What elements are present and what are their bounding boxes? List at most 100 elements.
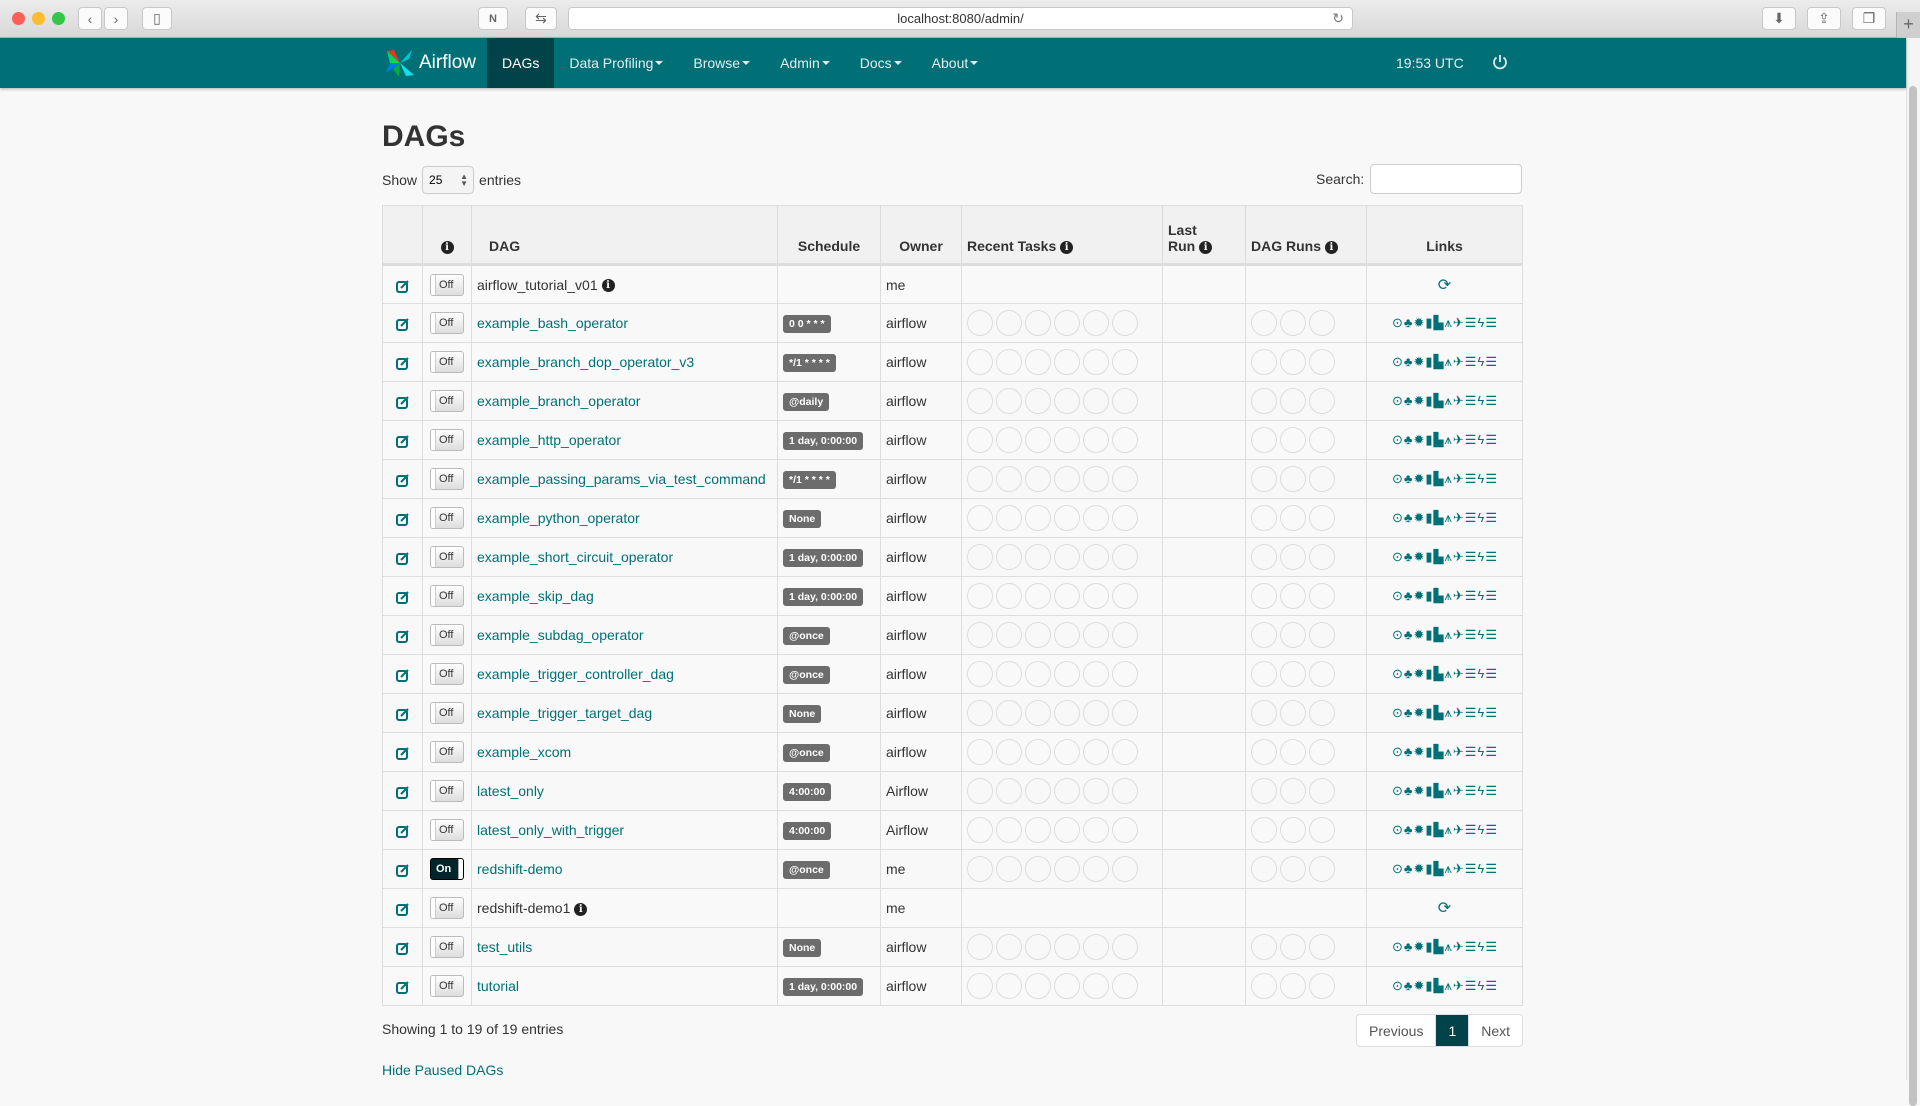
task-state-circle[interactable]: [996, 856, 1022, 882]
tree-view-icon[interactable]: ♣: [1404, 745, 1413, 759]
trigger-dag-icon[interactable]: ⊙: [1392, 745, 1403, 759]
pause-toggle[interactable]: Off: [430, 663, 464, 685]
task-state-circle[interactable]: [996, 700, 1022, 726]
logs-icon[interactable]: ϟ: [1477, 628, 1484, 642]
gantt-icon[interactable]: ✈: [1453, 589, 1464, 603]
task-state-circle[interactable]: [1025, 583, 1051, 609]
pause-toggle[interactable]: Off: [430, 975, 464, 997]
dag-run-state-circle[interactable]: [1251, 700, 1277, 726]
task-state-circle[interactable]: [1112, 466, 1138, 492]
edit-icon[interactable]: [395, 356, 410, 371]
task-state-circle[interactable]: [996, 427, 1022, 453]
trigger-dag-icon[interactable]: ⊙: [1392, 550, 1403, 564]
task-tries-icon[interactable]: ▙: [1434, 784, 1444, 798]
gantt-icon[interactable]: ✈: [1453, 472, 1464, 486]
task-tries-icon[interactable]: ▙: [1434, 745, 1444, 759]
trigger-dag-icon[interactable]: ⊙: [1392, 784, 1403, 798]
refresh-icon[interactable]: ⟳: [1438, 900, 1451, 917]
dag-link[interactable]: example_http_operator: [477, 432, 621, 448]
task-state-circle[interactable]: [1054, 544, 1080, 570]
info-icon[interactable]: i: [1060, 240, 1074, 254]
dag-run-state-circle[interactable]: [1309, 700, 1335, 726]
address-bar[interactable]: localhost:8080/admin/ ↻: [568, 7, 1353, 30]
refresh-icon[interactable]: ☰: [1485, 628, 1497, 642]
dag-run-state-circle[interactable]: [1280, 310, 1306, 336]
dag-run-state-circle[interactable]: [1251, 934, 1277, 960]
dag-link[interactable]: example_bash_operator: [477, 315, 628, 331]
task-state-circle[interactable]: [1083, 505, 1109, 531]
landing-times-icon[interactable]: ⩚: [1445, 940, 1452, 954]
edit-icon[interactable]: [395, 785, 410, 800]
task-state-circle[interactable]: [1112, 505, 1138, 531]
dag-link[interactable]: example_branch_dop_operator_v3: [477, 354, 694, 370]
task-state-circle[interactable]: [967, 310, 993, 336]
logs-icon[interactable]: ϟ: [1477, 979, 1484, 993]
task-state-circle[interactable]: [967, 778, 993, 804]
tree-view-icon[interactable]: ♣: [1404, 550, 1413, 564]
task-state-circle[interactable]: [1025, 739, 1051, 765]
code-icon[interactable]: ☰: [1465, 589, 1477, 603]
task-state-circle[interactable]: [996, 349, 1022, 375]
dag-run-state-circle[interactable]: [1280, 583, 1306, 609]
nav-admin[interactable]: Admin: [765, 38, 845, 88]
tree-view-icon[interactable]: ♣: [1404, 472, 1413, 486]
nav-browse[interactable]: Browse: [678, 38, 765, 88]
gantt-icon[interactable]: ✈: [1453, 862, 1464, 876]
logs-icon[interactable]: ϟ: [1477, 511, 1484, 525]
task-state-circle[interactable]: [1054, 934, 1080, 960]
task-state-circle[interactable]: [1025, 856, 1051, 882]
task-state-circle[interactable]: [1083, 427, 1109, 453]
task-state-circle[interactable]: [1054, 388, 1080, 414]
page-scrollbar[interactable]: [1906, 38, 1920, 1106]
onenote-extension-button[interactable]: N: [478, 7, 508, 30]
gantt-icon[interactable]: ✈: [1453, 355, 1464, 369]
tree-view-icon[interactable]: ♣: [1404, 433, 1413, 447]
task-duration-icon[interactable]: ▮: [1425, 979, 1432, 993]
task-tries-icon[interactable]: ▙: [1434, 355, 1444, 369]
task-duration-icon[interactable]: ▮: [1425, 433, 1432, 447]
graph-view-icon[interactable]: ✹: [1413, 784, 1424, 798]
landing-times-icon[interactable]: ⩚: [1445, 355, 1452, 369]
landing-times-icon[interactable]: ⩚: [1445, 745, 1452, 759]
task-state-circle[interactable]: [1025, 661, 1051, 687]
task-state-circle[interactable]: [1112, 856, 1138, 882]
refresh-icon[interactable]: ☰: [1485, 472, 1497, 486]
task-duration-icon[interactable]: ▮: [1425, 628, 1432, 642]
gantt-icon[interactable]: ✈: [1453, 511, 1464, 525]
task-duration-icon[interactable]: ▮: [1425, 316, 1432, 330]
dag-run-state-circle[interactable]: [1309, 778, 1335, 804]
graph-view-icon[interactable]: ✹: [1413, 823, 1424, 837]
task-state-circle[interactable]: [1025, 622, 1051, 648]
dag-run-state-circle[interactable]: [1280, 700, 1306, 726]
logs-icon[interactable]: ϟ: [1477, 823, 1484, 837]
tree-view-icon[interactable]: ♣: [1404, 589, 1413, 603]
task-state-circle[interactable]: [996, 310, 1022, 336]
tree-view-icon[interactable]: ♣: [1404, 628, 1413, 642]
task-state-circle[interactable]: [1083, 973, 1109, 999]
dag-run-state-circle[interactable]: [1251, 739, 1277, 765]
pause-toggle[interactable]: Off: [430, 897, 464, 919]
graph-view-icon[interactable]: ✹: [1413, 745, 1424, 759]
dag-link[interactable]: example_trigger_target_dag: [477, 705, 652, 721]
dag-run-state-circle[interactable]: [1280, 544, 1306, 570]
task-state-circle[interactable]: [996, 583, 1022, 609]
logs-icon[interactable]: ϟ: [1477, 940, 1484, 954]
logs-icon[interactable]: ϟ: [1477, 316, 1484, 330]
task-state-circle[interactable]: [996, 973, 1022, 999]
task-tries-icon[interactable]: ▙: [1434, 862, 1444, 876]
logs-icon[interactable]: ϟ: [1477, 706, 1484, 720]
dag-run-state-circle[interactable]: [1309, 349, 1335, 375]
task-state-circle[interactable]: [1112, 817, 1138, 843]
code-icon[interactable]: ☰: [1465, 550, 1477, 564]
task-state-circle[interactable]: [967, 544, 993, 570]
dag-run-state-circle[interactable]: [1309, 427, 1335, 453]
downloads-button[interactable]: ⬇: [1762, 7, 1796, 30]
trigger-dag-icon[interactable]: ⊙: [1392, 628, 1403, 642]
task-state-circle[interactable]: [1083, 310, 1109, 336]
task-tries-icon[interactable]: ▙: [1434, 472, 1444, 486]
dag-link[interactable]: redshift-demo: [477, 861, 563, 877]
task-state-circle[interactable]: [1054, 505, 1080, 531]
landing-times-icon[interactable]: ⩚: [1445, 862, 1452, 876]
gantt-icon[interactable]: ✈: [1453, 550, 1464, 564]
dag-link[interactable]: example_xcom: [477, 744, 571, 760]
